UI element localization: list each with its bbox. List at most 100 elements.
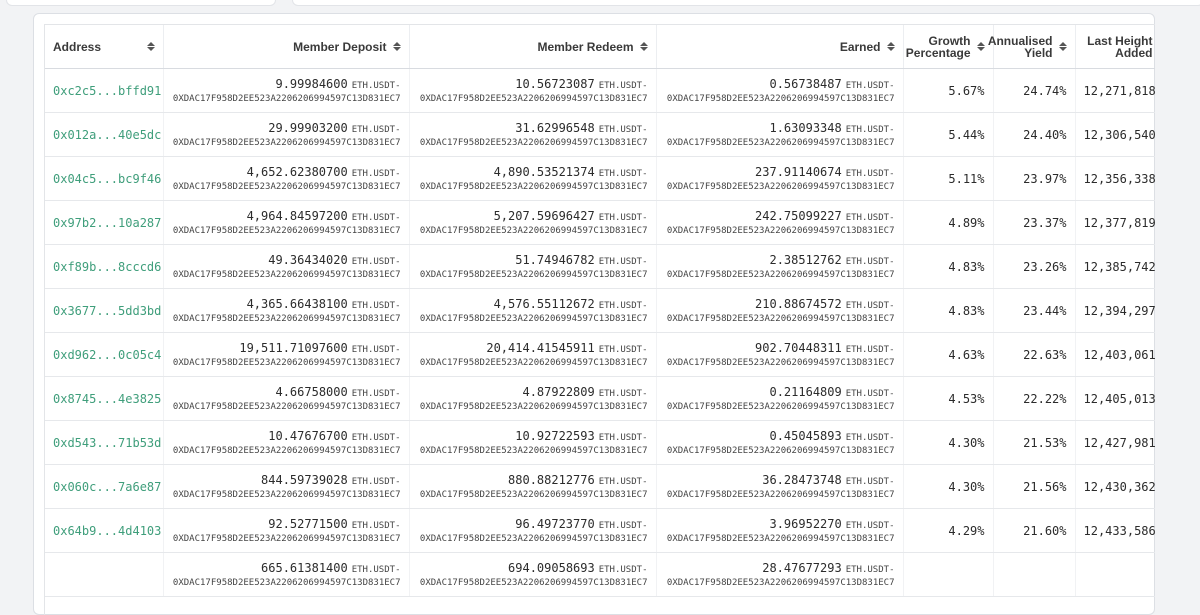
height-cell: 12,306,540: [1075, 112, 1155, 157]
redeem-amount: 96.49723770: [515, 516, 595, 531]
address-link[interactable]: 0x8745...4e3825: [53, 392, 161, 406]
address-link[interactable]: 0xd543...71b53d: [53, 436, 161, 450]
col-header-address-label: Address: [53, 39, 102, 54]
sort-icon[interactable]: [146, 42, 155, 51]
address-link[interactable]: 0x060c...7a6e87: [53, 480, 161, 494]
deposit-amount: 49.36434020: [268, 252, 348, 267]
token-address: 0XDAC17F958D2EE523A2206206994597C13D831E…: [419, 269, 648, 280]
table-row: 0xf89b...8cccd6 49.36434020 ETH.USDT- 0XD…: [45, 244, 1155, 289]
deposit-amount: 844.59739028: [261, 472, 348, 487]
token-prefix: ETH.USDT-: [351, 476, 401, 487]
token-prefix: ETH.USDT-: [845, 344, 895, 355]
redeem-cell: 31.62996548 ETH.USDT- 0XDAC17F958D2EE523A…: [409, 112, 657, 157]
col-header-earned[interactable]: Earned: [656, 25, 904, 69]
token-prefix: ETH.USDT-: [351, 564, 401, 575]
earned-cell: 242.75099227 ETH.USDT- 0XDAC17F958D2EE523…: [656, 200, 904, 245]
col-header-address[interactable]: Address: [45, 25, 164, 69]
sort-icon[interactable]: [392, 42, 401, 51]
sort-icon[interactable]: [886, 42, 895, 51]
token-address: 0XDAC17F958D2EE523A2206206994597C13D831E…: [419, 225, 648, 236]
growth-cell: 4.29%: [903, 508, 994, 553]
redeem-cell: 10.92722593 ETH.USDT- 0XDAC17F958D2EE523A…: [409, 420, 657, 465]
redeem-cell: 4,890.53521374 ETH.USDT- 0XDAC17F958D2EE5…: [409, 156, 657, 201]
token-address: 0XDAC17F958D2EE523A2206206994597C13D831E…: [666, 137, 895, 148]
redeem-amount: 4,576.55112672: [493, 296, 595, 311]
top-panel-left: [6, 0, 276, 6]
token-address: 0XDAC17F958D2EE523A2206206994597C13D831E…: [666, 577, 895, 588]
deposit-cell: 4.66758000 ETH.USDT- 0XDAC17F958D2EE523A2…: [163, 376, 410, 421]
token-prefix: ETH.USDT-: [598, 520, 648, 531]
col-header-earned-label: Earned: [839, 39, 881, 54]
yield-cell: 24.40%: [993, 112, 1076, 157]
growth-cell: 4.89%: [903, 200, 994, 245]
address-link[interactable]: 0xd962...0c05c4: [53, 348, 161, 362]
token-address: 0XDAC17F958D2EE523A2206206994597C13D831E…: [666, 269, 895, 280]
earned-amount: 902.70448311: [755, 340, 842, 355]
col-header-growth-percentage[interactable]: Growth Percentage: [903, 25, 994, 69]
address-cell: 0x8745...4e3825: [45, 376, 164, 421]
token-prefix: ETH.USDT-: [845, 212, 895, 223]
address-link[interactable]: 0x97b2...10a287: [53, 216, 161, 230]
deposit-amount: 19,511.71097600: [239, 340, 348, 355]
col-header-annualised-yield[interactable]: Annualised Yield: [988, 25, 1076, 69]
token-address: 0XDAC17F958D2EE523A2206206994597C13D831E…: [666, 401, 895, 412]
address-link[interactable]: 0x3677...5dd3bd: [53, 304, 161, 318]
table-row: 0x04c5...bc9f46 4,652.62380700 ETH.USDT- …: [45, 156, 1155, 201]
token-prefix: ETH.USDT-: [845, 520, 895, 531]
token-prefix: ETH.USDT-: [845, 432, 895, 443]
redeem-cell: 20,414.41545911 ETH.USDT- 0XDAC17F958D2EE…: [409, 332, 657, 377]
sort-icon[interactable]: [976, 42, 985, 51]
growth-cell: 5.67%: [903, 68, 994, 113]
height-cell: 12,377,819: [1075, 200, 1155, 245]
token-address: 0XDAC17F958D2EE523A2206206994597C13D831E…: [172, 533, 401, 544]
col-header-last-height-added[interactable]: Last Height Added: [1075, 25, 1155, 69]
sort-icon[interactable]: [1058, 42, 1067, 51]
token-prefix: ETH.USDT-: [351, 520, 401, 531]
address-link[interactable]: 0x64b9...4d4103: [53, 524, 161, 538]
earned-cell: 28.47677293 ETH.USDT- 0XDAC17F958D2EE523A…: [656, 552, 904, 597]
token-prefix: ETH.USDT-: [351, 344, 401, 355]
earned-cell: 0.21164809 ETH.USDT- 0XDAC17F958D2EE523A2…: [656, 376, 904, 421]
token-address: 0XDAC17F958D2EE523A2206206994597C13D831E…: [172, 401, 401, 412]
token-prefix: ETH.USDT-: [351, 124, 401, 135]
token-address: 0XDAC17F958D2EE523A2206206994597C13D831E…: [419, 313, 648, 324]
token-address: 0XDAC17F958D2EE523A2206206994597C13D831E…: [172, 181, 401, 192]
token-address: 0XDAC17F958D2EE523A2206206994597C13D831E…: [172, 269, 401, 280]
growth-cell: 4.83%: [903, 244, 994, 289]
token-address: 0XDAC17F958D2EE523A2206206994597C13D831E…: [172, 137, 401, 148]
token-address: 0XDAC17F958D2EE523A2206206994597C13D831E…: [666, 225, 895, 236]
token-prefix: ETH.USDT-: [598, 168, 648, 179]
deposit-cell: 10.47676700 ETH.USDT- 0XDAC17F958D2EE523A…: [163, 420, 410, 465]
redeem-amount: 5,207.59696427: [493, 208, 595, 223]
col-header-member-deposit[interactable]: Member Deposit: [163, 25, 410, 69]
earned-amount: 242.75099227: [755, 208, 842, 223]
earned-cell: 210.88674572 ETH.USDT- 0XDAC17F958D2EE523…: [656, 288, 904, 333]
address-link[interactable]: 0xf89b...8cccd6: [53, 260, 161, 274]
deposit-amount: 29.99903200: [268, 120, 348, 135]
redeem-cell: 5,207.59696427 ETH.USDT- 0XDAC17F958D2EE5…: [409, 200, 657, 245]
deposit-amount: 4,652.62380700: [246, 164, 348, 179]
token-address: 0XDAC17F958D2EE523A2206206994597C13D831E…: [172, 489, 401, 500]
earned-cell: 0.45045893 ETH.USDT- 0XDAC17F958D2EE523A2…: [656, 420, 904, 465]
token-address: 0XDAC17F958D2EE523A2206206994597C13D831E…: [666, 93, 895, 104]
col-header-deposit-label: Member Deposit: [293, 39, 387, 54]
address-link[interactable]: 0xc2c5...bffd91: [53, 84, 161, 98]
table-body: 0xc2c5...bffd91 9.99984600 ETH.USDT- 0XDA…: [45, 68, 1155, 597]
address-cell: 0xd543...71b53d: [45, 420, 164, 465]
address-link[interactable]: 0x04c5...bc9f46: [53, 172, 161, 186]
sort-icon[interactable]: [639, 42, 648, 51]
yield-cell: [993, 552, 1076, 597]
earned-amount: 3.96952270: [769, 516, 842, 531]
growth-cell: 4.53%: [903, 376, 994, 421]
token-address: 0XDAC17F958D2EE523A2206206994597C13D831E…: [419, 93, 648, 104]
deposit-amount: 665.61381400: [261, 560, 348, 575]
token-address: 0XDAC17F958D2EE523A2206206994597C13D831E…: [666, 357, 895, 368]
token-prefix: ETH.USDT-: [598, 80, 648, 91]
token-address: 0XDAC17F958D2EE523A2206206994597C13D831E…: [666, 445, 895, 456]
address-cell: 0x04c5...bc9f46: [45, 156, 164, 201]
address-link[interactable]: 0x012a...40e5dc: [53, 128, 161, 142]
col-header-member-redeem[interactable]: Member Redeem: [409, 25, 657, 69]
yield-cell: 23.26%: [993, 244, 1076, 289]
token-address: 0XDAC17F958D2EE523A2206206994597C13D831E…: [419, 489, 648, 500]
table-scroll-area[interactable]: Address Member Deposit Member Redeem Ear…: [44, 24, 1155, 615]
